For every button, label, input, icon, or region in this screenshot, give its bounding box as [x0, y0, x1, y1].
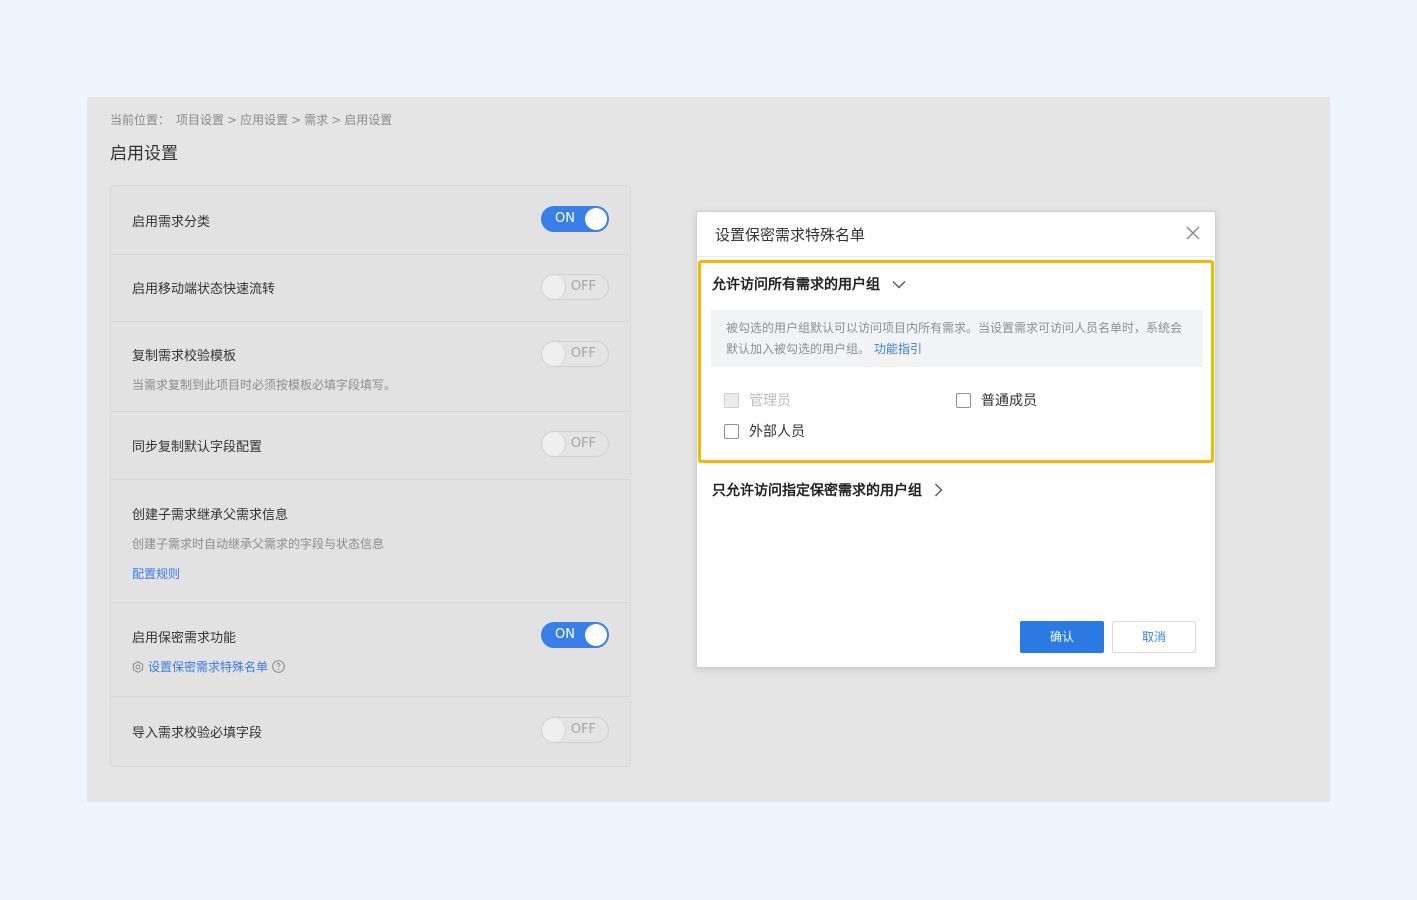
- toggle-knob: [585, 624, 607, 646]
- toggle-label: OFF: [570, 436, 596, 451]
- setting-title: 启用移动端状态快速流转: [132, 282, 276, 297]
- checkbox-box[interactable]: [724, 423, 739, 439]
- setting-row-category: 启用需求分类 ON: [111, 186, 630, 255]
- checkbox-box: [724, 392, 739, 408]
- feature-guide-link[interactable]: 功能指引: [874, 342, 922, 356]
- page-title: 启用设置: [110, 144, 178, 164]
- set-special-list-link[interactable]: 设置保密需求特殊名单: [132, 658, 289, 675]
- all-access-section-header[interactable]: 允许访问所有需求的用户组: [712, 274, 906, 294]
- confirm-button[interactable]: 确认: [1020, 621, 1104, 653]
- settings-list: 启用需求分类 ON 启用移动端状态快速流转 OFF 复制需求校验模板 当需求复制…: [110, 185, 631, 767]
- breadcrumb-separator: >: [331, 113, 342, 127]
- breadcrumb-item-enable-settings: 启用设置: [344, 113, 393, 127]
- setting-description: 当需求复制到此项目时必须按模板必填字段填写。: [132, 378, 397, 392]
- close-icon[interactable]: [1185, 225, 1201, 241]
- checkbox-box[interactable]: [956, 392, 971, 408]
- section-title: 只允许访问指定保密需求的用户组: [712, 483, 922, 499]
- toggle-knob: [542, 275, 566, 299]
- setting-row-mobile-flow: 启用移动端状态快速流转 OFF: [111, 254, 630, 322]
- toggle-switch[interactable]: ON: [541, 206, 609, 232]
- toggle-knob: [542, 342, 566, 366]
- breadcrumb-item-requirements[interactable]: 需求: [304, 113, 328, 127]
- info-box: 被勾选的用户组默认可以访问项目内所有需求。当设置需求可访问人员名单时，系统会默认…: [711, 310, 1203, 367]
- toggle-label: ON: [555, 627, 575, 642]
- setting-title: 启用保密需求功能: [132, 631, 237, 646]
- cancel-button[interactable]: 取消: [1112, 621, 1196, 653]
- setting-row-confidential: 启用保密需求功能 ON 设置保密需求特殊名单: [111, 602, 630, 697]
- all-access-section: 允许访问所有需求的用户组 被勾选的用户组默认可以访问项目内所有需求。当设置需求可…: [698, 260, 1214, 463]
- toggle-label: OFF: [570, 279, 596, 294]
- setting-title: 复制需求校验模板: [132, 349, 237, 364]
- dialog-header: 设置保密需求特殊名单: [697, 212, 1215, 257]
- breadcrumb-separator: >: [227, 113, 238, 127]
- breadcrumb-separator: >: [291, 113, 302, 127]
- setting-title: 导入需求校验必填字段: [132, 726, 263, 741]
- dialog-title: 设置保密需求特殊名单: [715, 226, 866, 244]
- setting-title: 创建子需求继承父需求信息: [132, 508, 289, 523]
- breadcrumb-item-project-settings[interactable]: 项目设置: [176, 113, 224, 127]
- setting-row-inherit-parent: 创建子需求继承父需求信息 创建子需求时自动继承父需求的字段与状态信息 配置规则: [111, 479, 630, 603]
- gear-icon: [132, 660, 144, 673]
- chevron-right-icon: [935, 483, 943, 497]
- checkbox-label: 普通成员: [981, 393, 1037, 409]
- setting-row-copy-template: 复制需求校验模板 当需求复制到此项目时必须按模板必填字段填写。 OFF: [111, 321, 630, 412]
- toggle-label: OFF: [570, 346, 596, 361]
- toggle-label: OFF: [570, 722, 596, 737]
- toggle-switch[interactable]: OFF: [541, 717, 609, 743]
- setting-title: 同步复制默认字段配置: [132, 440, 263, 455]
- special-list-dialog: 设置保密需求特殊名单 允许访问所有需求的用户组 被勾选的用户组默认可以访问项目内…: [696, 211, 1216, 668]
- toggle-knob: [542, 432, 566, 456]
- help-icon[interactable]: [272, 660, 285, 673]
- setting-row-import-validation: 导入需求校验必填字段 OFF: [111, 696, 630, 766]
- restricted-access-section-header[interactable]: 只允许访问指定保密需求的用户组: [712, 480, 943, 500]
- configure-rules-link[interactable]: 配置规则: [132, 565, 180, 582]
- toggle-label: ON: [555, 211, 575, 226]
- toggle-switch[interactable]: OFF: [541, 431, 609, 457]
- setting-row-sync-fields: 同步复制默认字段配置 OFF: [111, 411, 630, 480]
- checkbox-label: 管理员: [749, 393, 791, 409]
- breadcrumb: 当前位置： 项目设置 > 应用设置 > 需求 > 启用设置: [110, 111, 392, 128]
- breadcrumb-prefix: 当前位置：: [110, 113, 171, 127]
- toggle-switch[interactable]: OFF: [541, 341, 609, 367]
- info-text: 被勾选的用户组默认可以访问项目内所有需求。当设置需求可访问人员名单时，系统会默认…: [726, 321, 1183, 356]
- toggle-switch[interactable]: OFF: [541, 274, 609, 300]
- setting-description: 创建子需求时自动继承父需求的字段与状态信息: [132, 537, 385, 551]
- toggle-knob: [585, 208, 607, 230]
- special-list-link-label: 设置保密需求特殊名单: [148, 660, 269, 674]
- setting-title: 启用需求分类: [132, 215, 211, 230]
- chevron-down-icon: [892, 280, 906, 288]
- toggle-switch[interactable]: ON: [541, 622, 609, 648]
- breadcrumb-item-app-settings[interactable]: 应用设置: [240, 113, 288, 127]
- checkbox-external[interactable]: 外部人员: [724, 421, 805, 441]
- checkbox-label: 外部人员: [749, 424, 805, 440]
- toggle-knob: [542, 718, 566, 742]
- section-title: 允许访问所有需求的用户组: [712, 277, 880, 293]
- checkbox-member[interactable]: 普通成员: [956, 390, 1037, 410]
- checkbox-admin: 管理员: [724, 390, 791, 410]
